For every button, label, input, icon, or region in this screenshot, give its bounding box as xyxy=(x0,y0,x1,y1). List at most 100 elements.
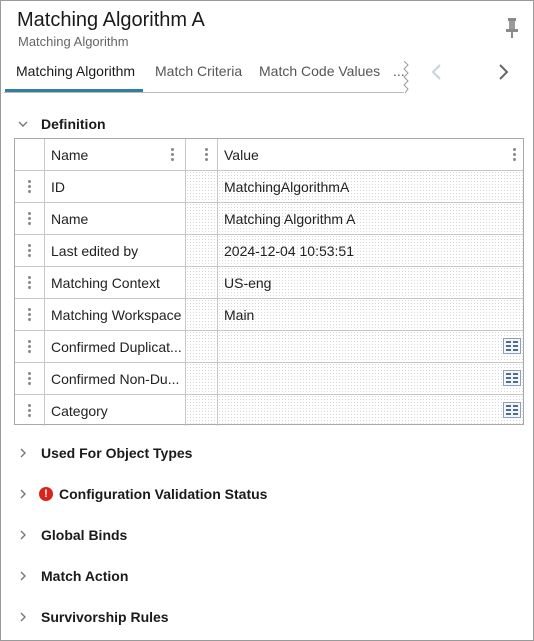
drag-handle-icon[interactable] xyxy=(28,340,31,353)
chevron-right-icon[interactable] xyxy=(495,63,511,81)
row-value-cell[interactable] xyxy=(218,331,523,362)
chevron-down-icon xyxy=(18,121,28,127)
column-header-label: Name xyxy=(51,146,89,163)
tab-match-criteria[interactable]: Match Criteria xyxy=(155,63,242,79)
row-value-cell[interactable]: MatchingAlgorithmA xyxy=(218,171,523,202)
error-icon: ! xyxy=(39,487,53,501)
editor-panel: Matching Algorithm A Matching Algorithm … xyxy=(0,0,534,641)
row-drag-handle[interactable] xyxy=(15,299,45,330)
row-value-text: Main xyxy=(224,306,255,323)
tab-matching-algorithm[interactable]: Matching Algorithm xyxy=(16,63,135,79)
section-label: Configuration Validation Status xyxy=(59,486,268,502)
row-name-cell: ID xyxy=(45,171,186,202)
row-spacer-cell xyxy=(186,203,218,234)
row-spacer-cell xyxy=(186,363,218,394)
row-value-cell[interactable] xyxy=(218,363,523,394)
section-label: Survivorship Rules xyxy=(41,609,169,625)
section-label: Match Action xyxy=(41,568,129,584)
browse-icon xyxy=(506,373,518,383)
row-drag-handle[interactable] xyxy=(15,171,45,202)
column-menu-icon[interactable] xyxy=(205,148,208,161)
row-name-cell: Category xyxy=(45,395,186,426)
row-spacer-cell xyxy=(186,235,218,266)
browse-button[interactable] xyxy=(503,402,521,418)
drag-handle-icon[interactable] xyxy=(28,308,31,321)
row-value-text: 2024-12-04 10:53:51 xyxy=(224,242,354,259)
row-value-text: Matching Algorithm A xyxy=(224,210,356,227)
row-drag-handle[interactable] xyxy=(15,363,45,394)
section-label: Used For Object Types xyxy=(41,445,193,461)
row-value-cell[interactable]: Main xyxy=(218,299,523,330)
page-subtitle: Matching Algorithm xyxy=(18,34,129,49)
column-menu-icon[interactable] xyxy=(171,148,174,161)
torn-edge-icon xyxy=(403,61,409,93)
table-row[interactable]: Confirmed Duplicat... xyxy=(15,331,523,363)
row-name-cell: Matching Context xyxy=(45,267,186,298)
pin-icon[interactable] xyxy=(505,17,519,39)
row-value-cell[interactable] xyxy=(218,395,523,426)
row-value-text: MatchingAlgorithmA xyxy=(224,178,350,195)
tab-match-code-values[interactable]: Match Code Values xyxy=(259,63,380,79)
chevron-right-icon xyxy=(20,448,26,458)
table-row[interactable]: Matching Workspace Main xyxy=(15,299,523,331)
tab-bar: Matching Algorithm Match Criteria Match … xyxy=(4,57,528,93)
drag-handle-icon[interactable] xyxy=(28,212,31,225)
row-drag-handle[interactable] xyxy=(15,203,45,234)
row-drag-handle[interactable] xyxy=(15,395,45,426)
section-match-action[interactable]: Match Action xyxy=(17,566,128,586)
column-header-value[interactable]: Value xyxy=(218,139,523,170)
row-drag-handle[interactable] xyxy=(15,331,45,362)
table-row[interactable]: Last edited by 2024-12-04 10:53:51 xyxy=(15,235,523,267)
row-value-text: US-eng xyxy=(224,274,272,291)
drag-handle-icon[interactable] xyxy=(28,404,31,417)
section-used-for-object-types[interactable]: Used For Object Types xyxy=(17,443,192,463)
table-header-row: Name Value xyxy=(15,139,523,171)
section-survivorship-rules[interactable]: Survivorship Rules xyxy=(17,607,169,627)
row-drag-handle[interactable] xyxy=(15,267,45,298)
row-name-cell: Matching Workspace xyxy=(45,299,186,330)
table-row[interactable]: Confirmed Non-Du... xyxy=(15,363,523,395)
row-name-cell: Last edited by xyxy=(45,235,186,266)
section-label: Global Binds xyxy=(41,527,128,543)
row-name-cell: Confirmed Non-Du... xyxy=(45,363,186,394)
row-name-cell: Confirmed Duplicat... xyxy=(45,331,186,362)
browse-button[interactable] xyxy=(503,338,521,354)
page-title: Matching Algorithm A xyxy=(17,9,205,31)
table-row[interactable]: Name Matching Algorithm A xyxy=(15,203,523,235)
browse-icon xyxy=(506,405,518,415)
tab-divider xyxy=(4,92,404,93)
chevron-left-icon[interactable] xyxy=(429,63,445,81)
section-definition[interactable]: Definition xyxy=(17,114,106,134)
browse-icon xyxy=(506,341,518,351)
chevron-right-icon xyxy=(20,612,26,622)
row-spacer-cell xyxy=(186,171,218,202)
section-global-binds[interactable]: Global Binds xyxy=(17,525,127,545)
chevron-right-icon xyxy=(20,489,26,499)
chevron-right-icon xyxy=(20,530,26,540)
row-spacer-cell xyxy=(186,395,218,426)
column-header-spacer xyxy=(186,139,218,170)
column-header-name[interactable]: Name xyxy=(45,139,186,170)
row-drag-handle[interactable] xyxy=(15,235,45,266)
drag-handle-icon[interactable] xyxy=(28,276,31,289)
row-value-cell[interactable]: Matching Algorithm A xyxy=(218,203,523,234)
section-configuration-validation-status[interactable]: ! Configuration Validation Status xyxy=(17,484,267,504)
column-header-label: Value xyxy=(224,146,259,163)
table-row[interactable]: Matching Context US-eng xyxy=(15,267,523,299)
row-value-cell[interactable]: 2024-12-04 10:53:51 xyxy=(218,235,523,266)
drag-handle-icon[interactable] xyxy=(28,372,31,385)
row-name-cell: Name xyxy=(45,203,186,234)
table-row[interactable]: Category xyxy=(15,395,523,427)
drag-handle-icon[interactable] xyxy=(28,180,31,193)
column-menu-icon[interactable] xyxy=(513,148,516,161)
row-spacer-cell xyxy=(186,267,218,298)
row-value-cell[interactable]: US-eng xyxy=(218,267,523,298)
row-spacer-cell xyxy=(186,299,218,330)
browse-button[interactable] xyxy=(503,370,521,386)
drag-handle-icon[interactable] xyxy=(28,244,31,257)
definition-table: Name Value ID MatchingAlgorithmA Name Match… xyxy=(14,138,524,427)
row-spacer-cell xyxy=(186,331,218,362)
section-label: Definition xyxy=(41,116,106,132)
table-row[interactable]: ID MatchingAlgorithmA xyxy=(15,171,523,203)
header-handle-cell xyxy=(15,139,45,170)
